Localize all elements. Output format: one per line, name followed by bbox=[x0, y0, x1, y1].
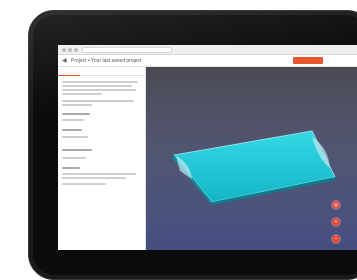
pool-render bbox=[172, 130, 336, 205]
description-line bbox=[62, 104, 92, 106]
panel-tabs bbox=[58, 67, 146, 76]
browser-dot bbox=[62, 48, 66, 52]
field-value[interactable] bbox=[62, 183, 106, 185]
browser-toolbar bbox=[58, 45, 357, 55]
3d-viewport[interactable]: ? ◎ + − bbox=[146, 67, 357, 250]
field-value[interactable] bbox=[62, 157, 86, 159]
description-line bbox=[62, 173, 136, 175]
tab-4[interactable] bbox=[124, 67, 146, 76]
tab-3[interactable] bbox=[102, 67, 124, 76]
brand-badge[interactable] bbox=[293, 57, 323, 64]
app-header: ◀ Project • Your last saved project bbox=[58, 55, 357, 67]
description-line bbox=[62, 93, 102, 95]
section-heading bbox=[62, 113, 90, 115]
section-heading bbox=[62, 129, 82, 131]
description-line bbox=[62, 177, 126, 179]
description-line bbox=[62, 89, 136, 91]
target-icon[interactable]: ◎ bbox=[332, 201, 340, 209]
minus-icon[interactable]: − bbox=[332, 235, 340, 243]
field-value[interactable] bbox=[62, 136, 88, 138]
section-heading bbox=[62, 167, 80, 169]
tab-2[interactable] bbox=[80, 67, 102, 76]
browser-address-bar[interactable] bbox=[82, 47, 172, 53]
section-heading bbox=[62, 149, 92, 151]
browser-dot bbox=[74, 48, 78, 52]
brand-text bbox=[325, 57, 355, 64]
description-line bbox=[62, 81, 138, 83]
plus-icon[interactable]: + bbox=[332, 218, 340, 226]
field-value[interactable] bbox=[62, 119, 84, 121]
back-arrow-icon[interactable]: ◀ bbox=[62, 58, 68, 64]
description-line bbox=[62, 100, 134, 102]
description-line bbox=[62, 85, 132, 87]
app-title: Project • Your last saved project bbox=[71, 58, 142, 64]
tablet-screen: ◀ Project • Your last saved project ◎ + … bbox=[58, 45, 357, 250]
settings-panel bbox=[58, 67, 146, 250]
tab-1[interactable] bbox=[58, 67, 80, 76]
pool-surface[interactable] bbox=[173, 130, 336, 203]
browser-dot bbox=[68, 48, 72, 52]
